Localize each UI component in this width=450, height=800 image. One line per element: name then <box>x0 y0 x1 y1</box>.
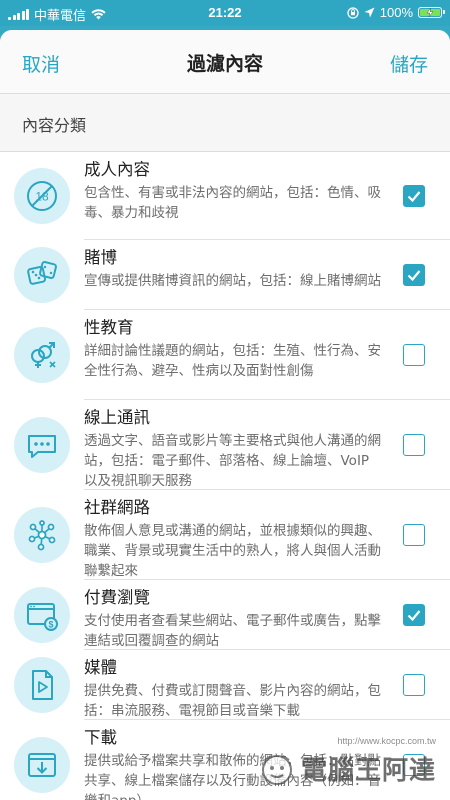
category-description: 包含性、有害或非法內容的網站，包括：色情、吸毒、暴力和歧視 <box>84 185 381 221</box>
category-title: 媒體 <box>84 658 117 677</box>
age-18-restricted-icon: 18 <box>14 168 70 224</box>
category-checkbox[interactable] <box>403 603 425 626</box>
category-description: 詳細討論性議題的網站，包括：生殖、性行為、安全性行為、避孕、性病以及面對性創傷 <box>84 343 381 379</box>
download-icon <box>14 737 70 793</box>
category-title: 線上通訊 <box>84 408 150 427</box>
paid-browser-icon: $ <box>14 587 70 643</box>
category-title: 賭博 <box>84 248 117 267</box>
media-file-icon <box>14 657 70 713</box>
section-header: 內容分類 <box>0 94 450 152</box>
battery-percent: 100% <box>379 5 413 20</box>
category-checkbox[interactable] <box>403 673 425 696</box>
category-list: 18 成人內容 包含性、有害或非法內容的網站，包括：色情、吸毒、暴力和歧視 賭博… <box>0 152 450 800</box>
watermark-url: http://www.kocpc.com.tw <box>337 736 436 746</box>
svg-text:18: 18 <box>35 190 49 204</box>
chat-bubble-icon <box>14 417 70 473</box>
category-row-gambling[interactable]: 賭博 宣傳或提供賭博資訊的網站，包括：線上賭博網站 <box>0 240 450 310</box>
svg-text:$: $ <box>48 620 53 630</box>
category-description: 提供免費、付費或訂閱聲音、影片內容的網站，包括：串流服務、電視節目或音樂下載 <box>84 683 381 719</box>
category-description: 宣傳或提供賭博資訊的網站，包括：線上賭博網站 <box>84 273 381 289</box>
category-row-media[interactable]: 媒體 提供免費、付費或訂閱聲音、影片內容的網站，包括：串流服務、電視節目或音樂下… <box>0 650 450 720</box>
dice-icon <box>14 247 70 303</box>
gender-symbols-icon <box>14 327 70 383</box>
category-title: 付費瀏覽 <box>84 588 150 607</box>
category-description: 支付使用者查看某些網站、電子郵件或廣告，點擊連結或回覆調查的網站 <box>84 613 381 649</box>
status-bar: 中華電信 21:22 100% <box>0 0 450 26</box>
status-right: 100% <box>347 5 445 20</box>
filter-content-sheet: 取消 過濾內容 儲存 內容分類 18 成人內容 包含性、有害或非法內容的網站，包… <box>0 30 450 800</box>
watermark: http://www.kocpc.com.tw 電腦王阿達 <box>257 736 436 788</box>
category-checkbox[interactable] <box>403 523 425 546</box>
category-checkbox[interactable] <box>403 184 425 207</box>
category-row-social-networking[interactable]: 社群網路 散佈個人意見或溝通的網站，並根據類似的興趣、職業、背景或現實生活中的熟… <box>0 490 450 580</box>
save-button[interactable]: 儲存 <box>390 50 428 77</box>
page-title: 過濾內容 <box>186 53 263 75</box>
battery-icon <box>418 7 445 18</box>
category-title: 社群網路 <box>84 498 150 517</box>
category-description: 透過文字、語音或影片等主要格式與他人溝通的網站，包括：電子郵件、部落格、線上論壇… <box>84 433 381 489</box>
category-row-online-communication[interactable]: 線上通訊 透過文字、語音或影片等主要格式與他人溝通的網站，包括：電子郵件、部落格… <box>0 400 450 490</box>
category-row-pay-to-surf[interactable]: $ 付費瀏覽 支付使用者查看某些網站、電子郵件或廣告，點擊連結或回覆調查的網站 <box>0 580 450 650</box>
category-row-sex-education[interactable]: 性教育 詳細討論性議題的網站，包括：生殖、性行為、安全性行為、避孕、性病以及面對… <box>0 310 450 400</box>
watermark-text: 電腦王阿達 <box>300 755 436 786</box>
location-icon <box>364 7 375 18</box>
category-checkbox[interactable] <box>403 433 425 456</box>
category-row-adult[interactable]: 18 成人內容 包含性、有害或非法內容的網站，包括：色情、吸毒、暴力和歧視 <box>0 152 450 240</box>
category-checkbox[interactable] <box>403 263 425 286</box>
category-title: 性教育 <box>84 318 134 337</box>
mascot-logo-icon <box>261 755 292 785</box>
category-title: 成人內容 <box>84 160 150 179</box>
rotation-lock-icon <box>347 6 359 19</box>
navigation-bar: 取消 過濾內容 儲存 <box>0 30 450 94</box>
category-description: 散佈個人意見或溝通的網站，並根據類似的興趣、職業、背景或現實生活中的熟人，將人與… <box>84 523 381 579</box>
category-checkbox[interactable] <box>403 343 425 366</box>
network-icon <box>14 507 70 563</box>
